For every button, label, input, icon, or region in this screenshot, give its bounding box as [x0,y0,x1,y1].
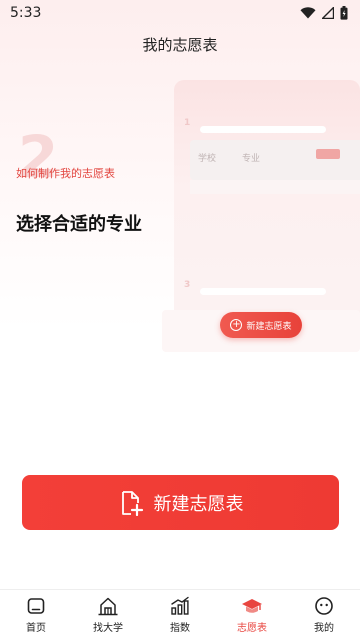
wifi-icon [300,7,316,19]
nav-label: 找大学 [93,623,123,634]
home-icon [27,598,45,614]
illustration-mockup: 1 学校 专业 3 + 新建志愿表 [162,80,360,352]
profile-icon [315,597,333,615]
step-heading: 选择合适的专业 [16,214,142,235]
new-volunteer-table-label: 新建志愿表 [153,493,244,515]
university-icon [98,597,118,616]
new-volunteer-table-button[interactable]: 新建志愿表 [22,475,339,530]
add-file-icon [121,490,143,516]
mockup-card-shadow [190,180,360,194]
mockup-label-school: 学校 [198,154,217,164]
status-time: 5:33 [10,5,42,21]
nav-label: 我的 [314,623,334,634]
nav-item-mine[interactable]: 我的 [288,590,360,634]
mockup-row-number: 1 [184,118,191,128]
nav-item-index[interactable]: 指数 [144,590,216,634]
plus-icon: + [230,319,243,331]
mockup-button-label: 新建志愿表 [246,321,292,332]
nav-item-home[interactable]: 首页 [0,590,72,634]
nav-item-volunteer-table[interactable]: 志愿表 [216,590,288,634]
mockup-card-tag [316,149,340,159]
graduation-cap-icon [242,599,262,613]
nav-label: 首页 [26,623,46,634]
mockup-row-number: 3 [184,280,191,290]
mockup-label-major: 专业 [242,154,261,164]
status-icons [300,6,348,20]
battery-icon [340,6,348,20]
status-bar: 5:33 [0,0,360,26]
chart-icon [171,596,189,615]
nav-label: 指数 [170,623,190,634]
mockup-card: 学校 专业 [190,140,360,180]
mockup-line [200,288,326,295]
bottom-nav: 首页 找大学 指数 志愿表 我的 [0,589,360,639]
nav-item-find-university[interactable]: 找大学 [72,590,144,634]
step-subtitle: 如何制作我的志愿表 [16,167,115,180]
mockup-line [200,126,326,133]
mockup-new-button: + 新建志愿表 [220,312,302,338]
signal-icon [322,7,334,19]
nav-label: 志愿表 [237,623,267,634]
page-title: 我的志愿表 [142,36,218,54]
